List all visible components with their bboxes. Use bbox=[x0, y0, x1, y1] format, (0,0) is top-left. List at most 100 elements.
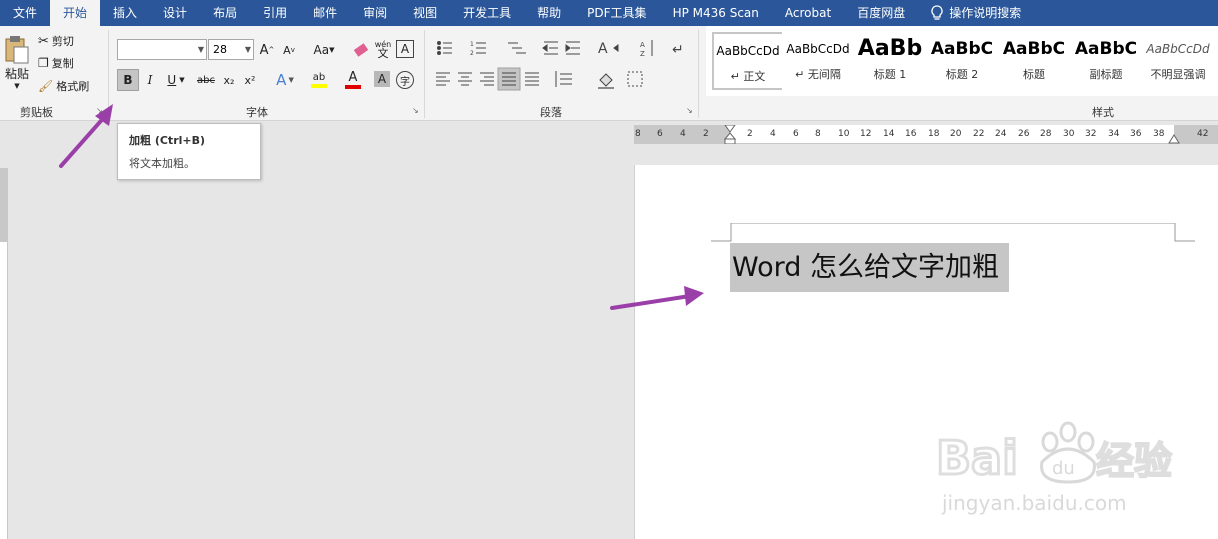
scissors-icon: ✂ bbox=[38, 33, 49, 49]
svg-text:du: du bbox=[1052, 458, 1075, 479]
clear-format-button[interactable] bbox=[352, 40, 370, 60]
align-center-icon bbox=[458, 72, 472, 86]
style-normal-label: ↵ 正文 bbox=[730, 70, 766, 83]
ruler-tick-label: 34 bbox=[1108, 129, 1120, 139]
tab-home[interactable]: 开始 bbox=[50, 0, 101, 26]
vertical-ruler[interactable] bbox=[0, 168, 8, 539]
styles-gallery: AaBbCcDd ↵ 正文 AaBbCcDd ↵ 无间隔 AaBb 标题 1 A… bbox=[706, 26, 1218, 96]
style-subtle-emphasis[interactable]: AaBbCcDd 不明显强调 bbox=[1142, 32, 1214, 90]
italic-icon: I bbox=[147, 73, 153, 87]
chevron-down-icon: ▼ bbox=[197, 45, 204, 54]
ruler-tick-label: 32 bbox=[1085, 129, 1097, 139]
style-no-spacing-label: ↵ 无间隔 bbox=[795, 68, 841, 81]
phonetic-guide-button[interactable]: wén 文 bbox=[374, 38, 392, 60]
font-size-value: 28 bbox=[213, 43, 227, 56]
ribbon-home: 粘贴 ▼ ✂ 剪切 ❐ 复制 🖌 格式刷 剪贴板 ↘ ▼ 28 ▼ A ^ Av A… bbox=[0, 26, 1218, 121]
subscript-button[interactable]: x₂ bbox=[220, 69, 238, 91]
strikethrough-button[interactable]: abc bbox=[196, 69, 216, 91]
numbering-icon: 12 bbox=[470, 41, 486, 57]
superscript-button[interactable]: x² bbox=[241, 69, 259, 91]
style-normal-preview: AaBbCcDd bbox=[716, 44, 780, 58]
style-heading2[interactable]: AaBbC 标题 2 bbox=[926, 32, 998, 90]
horizontal-ruler[interactable]: 8 6 4 2 2 4 6 8 10 12 14 16 18 20 22 24 26 28 30 32 34 36 38 42 bbox=[634, 125, 1218, 144]
tab-help[interactable]: 帮助 bbox=[524, 0, 574, 26]
style-heading2-label: 标题 2 bbox=[945, 68, 979, 81]
ruler-tick-label: 24 bbox=[995, 129, 1007, 139]
superscript-icon: x² bbox=[244, 73, 256, 87]
style-heading1[interactable]: AaBb 标题 1 bbox=[854, 32, 926, 90]
text-effects-button[interactable]: A ▼ bbox=[272, 69, 298, 91]
dialog-launcher-icon[interactable]: ↘ bbox=[686, 106, 693, 115]
paste-button[interactable]: 粘贴 ▼ bbox=[2, 32, 32, 92]
ruler-tick-label: 16 bbox=[905, 129, 917, 139]
tab-design[interactable]: 设计 bbox=[150, 0, 200, 26]
ruler-tick-label: 8 bbox=[635, 129, 641, 139]
strikethrough-icon: abc bbox=[197, 74, 215, 86]
tab-baidu-netdisk[interactable]: 百度网盘 bbox=[844, 0, 918, 26]
char-shading-button[interactable]: A bbox=[374, 71, 390, 87]
copy-button[interactable]: ❐ 复制 bbox=[38, 54, 74, 72]
tell-me-label: 操作说明搜索 bbox=[949, 6, 1022, 20]
chevron-down-icon: ▼ bbox=[14, 81, 20, 90]
chevron-down-icon: ▼ bbox=[244, 45, 251, 54]
tab-pdf-tools[interactable]: PDF工具集 bbox=[574, 0, 659, 26]
tab-developer[interactable]: 开发工具 bbox=[450, 0, 524, 26]
bold-icon: B bbox=[123, 73, 133, 87]
svg-text:jingyan.baidu.com: jingyan.baidu.com bbox=[941, 491, 1127, 515]
italic-button[interactable]: I bbox=[141, 69, 159, 91]
align-left-icon bbox=[436, 72, 450, 86]
style-title[interactable]: AaBbC 标题 bbox=[998, 32, 1070, 90]
font-size-box[interactable]: 28 ▼ bbox=[208, 39, 254, 60]
chevron-down-icon: ▼ bbox=[288, 76, 294, 84]
sort-icon: AZ bbox=[640, 40, 653, 58]
cut-button[interactable]: ✂ 剪切 bbox=[38, 32, 74, 50]
tab-file[interactable]: 文件 bbox=[0, 0, 50, 26]
tell-me-search[interactable]: 操作说明搜索 bbox=[918, 0, 1034, 26]
tab-references[interactable]: 引用 bbox=[250, 0, 300, 26]
baidu-jingyan-watermark: Bai du 经验 jingyan.baidu.com bbox=[932, 412, 1218, 522]
enclose-chars-button[interactable]: 字 bbox=[396, 71, 414, 89]
bold-button[interactable]: B bbox=[117, 69, 139, 91]
tab-layout[interactable]: 布局 bbox=[200, 0, 250, 26]
tab-review[interactable]: 审阅 bbox=[350, 0, 400, 26]
ruler-tick-label: 2 bbox=[747, 129, 753, 139]
line-spacing-icon bbox=[555, 71, 572, 87]
first-line-indent-marker[interactable] bbox=[724, 125, 736, 144]
change-case-button[interactable]: Aa ▼ bbox=[310, 40, 338, 60]
tab-insert[interactable]: 插入 bbox=[100, 0, 150, 26]
dialog-launcher-icon[interactable]: ↘ bbox=[412, 106, 419, 115]
tab-acrobat[interactable]: Acrobat bbox=[772, 0, 844, 26]
style-subtitle[interactable]: AaBbC 副标题 bbox=[1070, 32, 1142, 90]
tab-hp-scan[interactable]: HP M436 Scan bbox=[660, 0, 772, 26]
decrease-indent-icon bbox=[542, 41, 558, 55]
format-painter-button[interactable]: 🖌 格式刷 bbox=[38, 77, 89, 95]
underline-button[interactable]: U ▼ bbox=[163, 69, 189, 91]
style-subtitle-label: 副标题 bbox=[1089, 68, 1123, 81]
style-normal[interactable]: AaBbCcDd ↵ 正文 bbox=[712, 32, 784, 90]
enclose-chars-icon: 字 bbox=[400, 76, 410, 88]
font-name-box[interactable]: ▼ bbox=[117, 39, 207, 60]
grow-font-button[interactable]: A ^ bbox=[260, 40, 275, 60]
ruler-tick-label: 14 bbox=[883, 129, 895, 139]
font-color-icon: A bbox=[348, 70, 358, 85]
font-color-button[interactable]: A bbox=[338, 69, 368, 91]
shrink-font-button[interactable]: Av bbox=[282, 40, 296, 60]
highlight-button[interactable]: ab bbox=[304, 69, 334, 91]
clipboard-group-label: 剪贴板 bbox=[20, 106, 53, 119]
style-title-preview: AaBbC bbox=[1002, 39, 1066, 59]
eraser-icon bbox=[353, 43, 369, 57]
style-no-spacing[interactable]: AaBbCcDd ↵ 无间隔 bbox=[782, 32, 854, 90]
ruler-tick-label: 22 bbox=[973, 129, 985, 139]
char-border-button[interactable]: A bbox=[396, 40, 414, 58]
copy-icon: ❐ bbox=[38, 56, 49, 70]
ruler-tick-label: 10 bbox=[838, 129, 850, 139]
ruler-tick-label: 38 bbox=[1153, 129, 1165, 139]
style-title-label: 标题 bbox=[1023, 68, 1045, 81]
ruler-tick-label: 20 bbox=[950, 129, 962, 139]
svg-text:A: A bbox=[598, 41, 608, 57]
selected-document-text[interactable]: Word 怎么给文字加粗 bbox=[730, 243, 1009, 292]
svg-text:A: A bbox=[640, 41, 645, 49]
tab-mailings[interactable]: 邮件 bbox=[300, 0, 350, 26]
tab-view[interactable]: 视图 bbox=[400, 0, 450, 26]
right-indent-marker[interactable] bbox=[1168, 133, 1180, 144]
